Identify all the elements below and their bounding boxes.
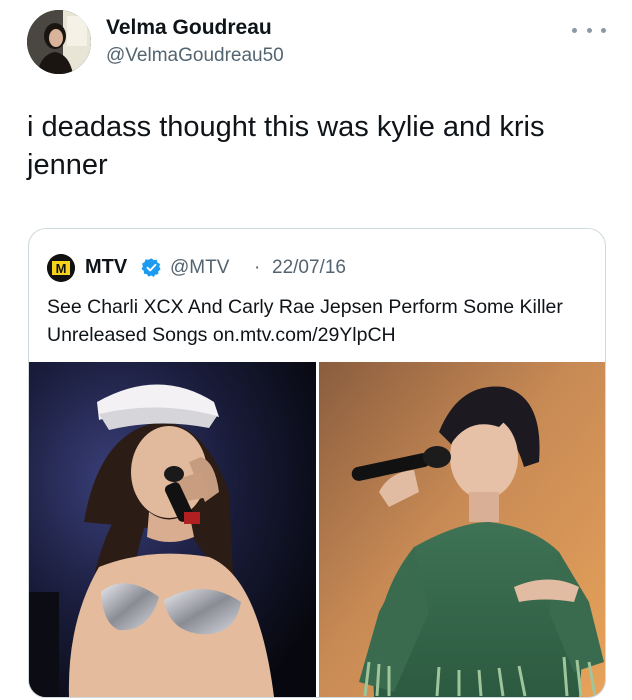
author-handle[interactable]: @VelmaGoudreau50 bbox=[106, 45, 284, 67]
performer-left-photo[interactable] bbox=[29, 362, 316, 697]
tweet: Velma Goudreau @VelmaGoudreau50 i deadas… bbox=[0, 0, 632, 700]
performer-right-photo[interactable] bbox=[319, 362, 605, 697]
quoted-tweet-date[interactable]: 22/07/16 bbox=[272, 257, 346, 279]
dot bbox=[586, 27, 592, 33]
tweet-text: i deadass thought this was kylie and kri… bbox=[27, 111, 545, 181]
verified-badge-icon bbox=[141, 257, 162, 278]
quoted-tweet-card[interactable]: M MTV @MTV · 22/07/16 See Charli XCX And… bbox=[28, 228, 606, 698]
author-name[interactable]: Velma Goudreau bbox=[106, 16, 272, 40]
quoted-tweet-text: See Charli XCX And Carly Rae Jepsen Perf… bbox=[47, 296, 563, 346]
separator-dot: · bbox=[254, 257, 261, 278]
mtv-logo-icon: M bbox=[47, 254, 75, 282]
mtv-logo-letter: M bbox=[56, 261, 67, 276]
quoted-author-name[interactable]: MTV bbox=[85, 256, 127, 279]
dot bbox=[601, 27, 606, 33]
author-avatar[interactable] bbox=[27, 10, 91, 74]
quoted-author-handle[interactable]: @MTV bbox=[170, 257, 229, 279]
user-avatar-icon bbox=[27, 10, 91, 74]
more-dots-icon[interactable] bbox=[572, 20, 606, 40]
dot bbox=[572, 27, 577, 33]
